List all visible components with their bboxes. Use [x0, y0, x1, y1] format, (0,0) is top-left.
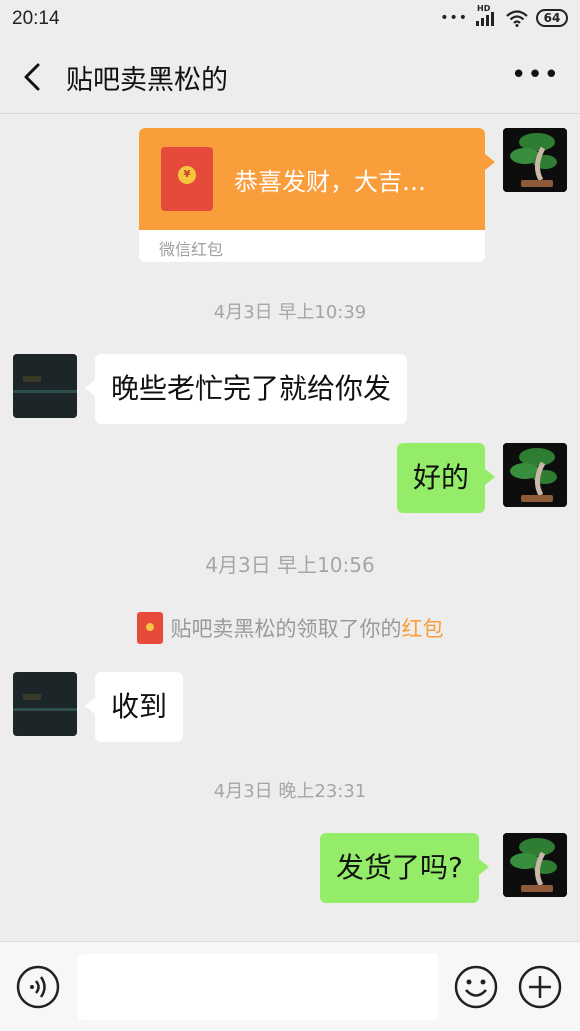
system-message-text: 贴吧卖黑松的领取了你的 [170, 617, 402, 641]
message-bubble-received[interactable]: 晚些老忙完了就给你发 [84, 354, 408, 424]
timestamp: 4月3日 晚上23:31 [213, 781, 367, 802]
input-bar [0, 941, 580, 1031]
status-time: 20:14 [12, 8, 60, 29]
my-avatar[interactable] [503, 443, 567, 507]
my-avatar[interactable] [503, 833, 567, 897]
contact-avatar[interactable] [13, 672, 77, 736]
red-packet-header: ¥ 恭喜发财，大吉… [139, 128, 495, 230]
back-icon[interactable] [20, 62, 48, 92]
emoji-icon[interactable] [454, 965, 498, 1009]
red-packet-link[interactable]: 红包 [402, 613, 444, 643]
my-avatar[interactable] [503, 128, 567, 192]
battery-indicator: 64 [536, 9, 568, 27]
red-packet-greeting: 恭喜发财，大吉… [234, 168, 426, 196]
contact-avatar[interactable] [13, 354, 77, 418]
timestamp: 4月3日 早上10:39 [213, 302, 367, 323]
red-packet-icon [136, 612, 163, 644]
more-icon[interactable]: ••• [511, 62, 560, 88]
message-bubble-received[interactable]: 收到 [84, 672, 184, 742]
red-packet-card[interactable]: ¥ 恭喜发财，大吉… 微信红包 [139, 128, 495, 262]
timestamp: 4月3日 早上10:56 [205, 553, 375, 577]
plus-icon[interactable] [518, 965, 562, 1009]
wifi-icon [506, 9, 528, 27]
chat-title: 贴吧卖黑松的 [66, 65, 228, 96]
status-bar: 20:14 ••• HD 64 [0, 0, 580, 40]
chat-header: 贴吧卖黑松的 ••• [0, 40, 580, 114]
message-bubble-sent[interactable]: 好的 [397, 443, 496, 513]
red-packet-label: 微信红包 [159, 240, 224, 259]
red-packet-icon: ¥ [161, 147, 213, 211]
signal-icon: HD [476, 4, 498, 26]
message-bubble-sent[interactable]: 发货了吗? [320, 833, 489, 903]
notification-dots-icon: ••• [440, 10, 468, 26]
status-indicators: ••• HD 64 [440, 4, 568, 27]
voice-icon[interactable] [16, 965, 60, 1009]
system-message: 贴吧卖黑松的领取了你的 红包 [0, 612, 580, 644]
message-input[interactable] [78, 954, 438, 1020]
network-label: HD [477, 4, 491, 13]
